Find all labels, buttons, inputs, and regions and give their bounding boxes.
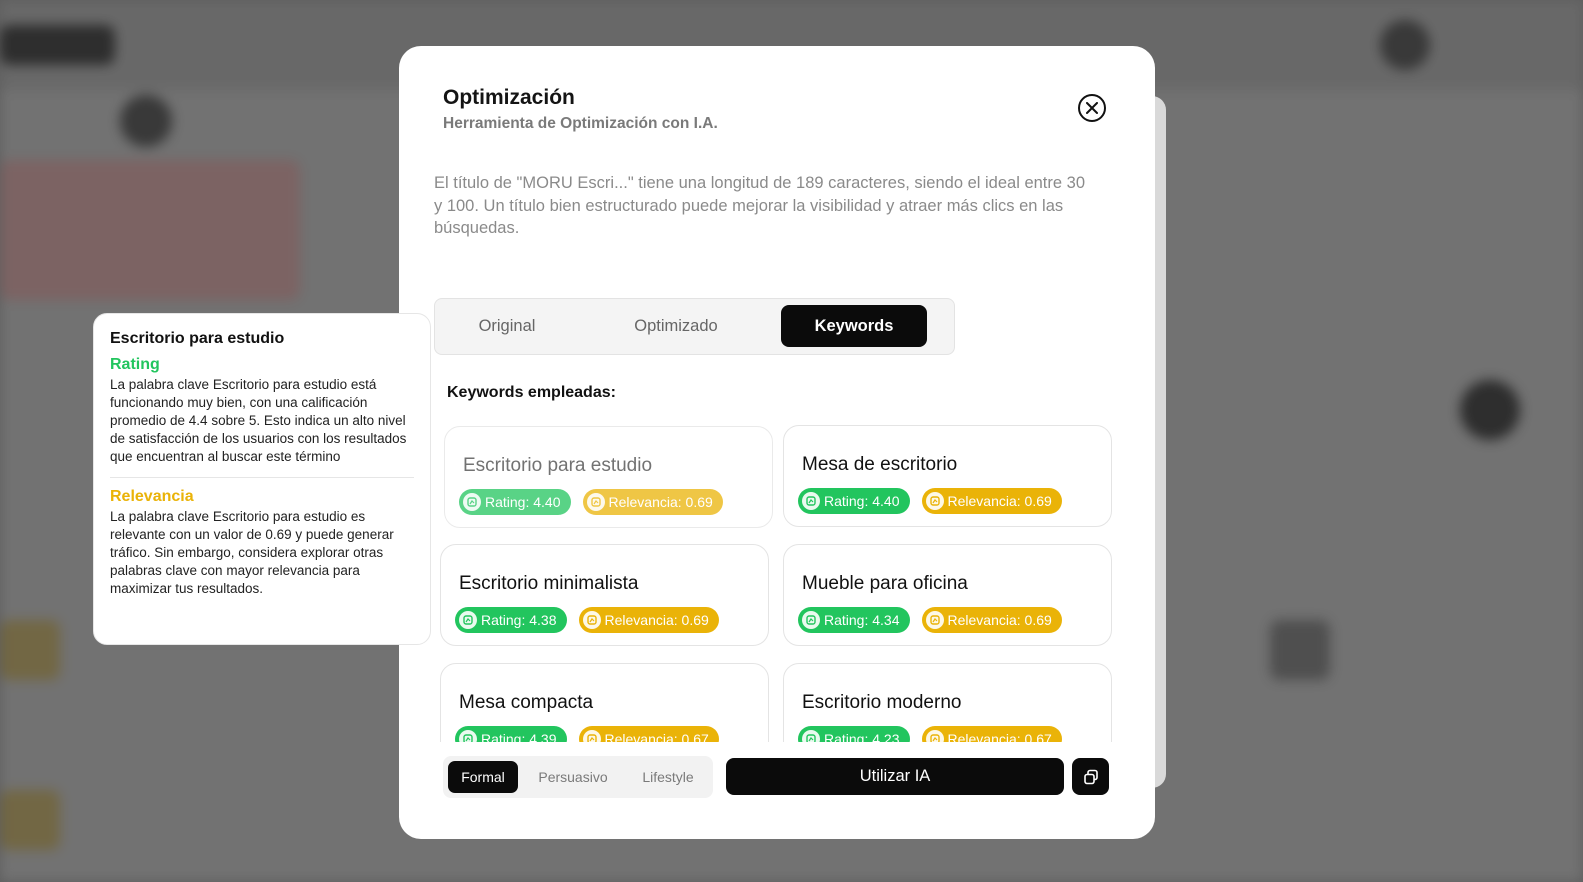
copy-icon [1083, 769, 1098, 784]
rating-badge: Rating: 4.34 [798, 607, 910, 633]
rating-value: Rating: 4.38 [481, 612, 557, 628]
relevance-badge: Relevancia: 0.67 [921, 726, 1062, 742]
tab-optimizado[interactable]: Optimizado [597, 305, 755, 347]
keyword-name: Escritorio minimalista [459, 573, 639, 594]
relevance-badge: Relevancia: 0.69 [582, 489, 723, 515]
chart-icon [463, 493, 481, 511]
tab-keywords[interactable]: Keywords [781, 305, 927, 347]
keyword-card[interactable]: Mesa de escritorio Rating: 4.40 Relevanc… [783, 425, 1112, 527]
close-button[interactable] [1078, 94, 1106, 122]
keyword-name: Mesa compacta [459, 692, 594, 713]
rating-badge: Rating: 4.40 [459, 489, 571, 515]
keyword-card[interactable]: Escritorio minimalista Rating: 4.38 Rele… [440, 544, 769, 646]
keyword-name: Escritorio moderno [802, 692, 962, 713]
keyword-name: Mueble para oficina [802, 573, 968, 594]
keyword-card[interactable]: Escritorio moderno Rating: 4.23 Relevanc… [783, 663, 1112, 742]
keyword-card[interactable]: Escritorio para estudio Rating: 4.40 Rel… [444, 426, 773, 528]
rating-badge: Rating: 4.39 [455, 726, 567, 742]
chart-icon [582, 611, 601, 629]
modal-title: Optimización [443, 86, 575, 109]
rating-value: Rating: 4.40 [824, 493, 900, 509]
relevance-value: Relevancia: 0.67 [604, 731, 709, 742]
chart-icon [459, 730, 477, 742]
chart-icon [802, 730, 820, 742]
style-lifestyle[interactable]: Lifestyle [633, 761, 703, 793]
modal-subtitle: Herramienta de Optimización con I.A. [443, 115, 718, 132]
tooltip-title: Escritorio para estudio [110, 330, 285, 347]
relevance-value: Relevancia: 0.69 [604, 612, 709, 628]
keyword-card[interactable]: Mueble para oficina Rating: 4.34 Relevan… [783, 544, 1112, 646]
rating-badge: Rating: 4.23 [798, 726, 910, 742]
rating-badge: Rating: 4.38 [455, 607, 567, 633]
tab-original[interactable]: Original [443, 305, 571, 347]
use-ai-button[interactable]: Utilizar IA [726, 758, 1064, 795]
keyword-tooltip: Escritorio para estudio Rating La palabr… [93, 313, 431, 645]
relevance-badge: Relevancia: 0.69 [921, 488, 1062, 514]
chart-icon [459, 611, 477, 629]
chart-icon [925, 492, 944, 510]
chart-icon [802, 492, 820, 510]
relevance-badge: Relevancia: 0.69 [921, 607, 1062, 633]
tooltip-rating-heading: Rating [110, 356, 160, 373]
style-selector: Formal Persuasivo Lifestyle [443, 756, 713, 798]
chart-icon [582, 730, 601, 742]
relevance-value: Relevancia: 0.67 [947, 731, 1052, 742]
rating-badge: Rating: 4.40 [798, 488, 910, 514]
chart-icon [802, 611, 820, 629]
chart-icon [925, 730, 944, 742]
optimization-modal: Optimización Herramienta de Optimización… [399, 46, 1155, 839]
title-analysis-text: El título de "MORU Escri..." tiene una l… [434, 174, 1085, 237]
close-circle-icon [1086, 102, 1098, 114]
relevance-badge: Relevancia: 0.67 [578, 726, 719, 742]
relevance-value: Relevancia: 0.69 [608, 494, 713, 510]
chart-icon [586, 493, 605, 511]
relevance-value: Relevancia: 0.69 [947, 612, 1052, 628]
chart-icon [925, 611, 944, 629]
relevance-value: Relevancia: 0.69 [947, 493, 1052, 509]
keyword-name: Escritorio para estudio [463, 455, 653, 476]
keyword-name: Mesa de escritorio [802, 454, 958, 475]
keywords-list[interactable]: Escritorio para estudio Rating: 4.40 Rel… [399, 418, 1155, 742]
style-formal[interactable]: Formal [448, 761, 518, 793]
tooltip-relevance-text: La palabra clave Escritorio para estudio… [110, 509, 394, 596]
rating-value: Rating: 4.40 [485, 494, 561, 510]
relevance-badge: Relevancia: 0.69 [578, 607, 719, 633]
style-persuasivo[interactable]: Persuasivo [533, 761, 613, 793]
rating-value: Rating: 4.23 [824, 731, 900, 742]
keywords-heading: Keywords empleadas: [447, 384, 616, 401]
tooltip-divider [110, 477, 414, 478]
rating-value: Rating: 4.39 [481, 731, 557, 742]
copy-button[interactable] [1072, 758, 1109, 795]
rating-value: Rating: 4.34 [824, 612, 900, 628]
tooltip-relevance-heading: Relevancia [110, 488, 194, 505]
keyword-card[interactable]: Mesa compacta Rating: 4.39 Relevancia: 0… [440, 663, 769, 742]
tooltip-rating-text: La palabra clave Escritorio para estudio… [110, 377, 407, 464]
view-tabs: Original Optimizado Keywords [434, 298, 955, 355]
